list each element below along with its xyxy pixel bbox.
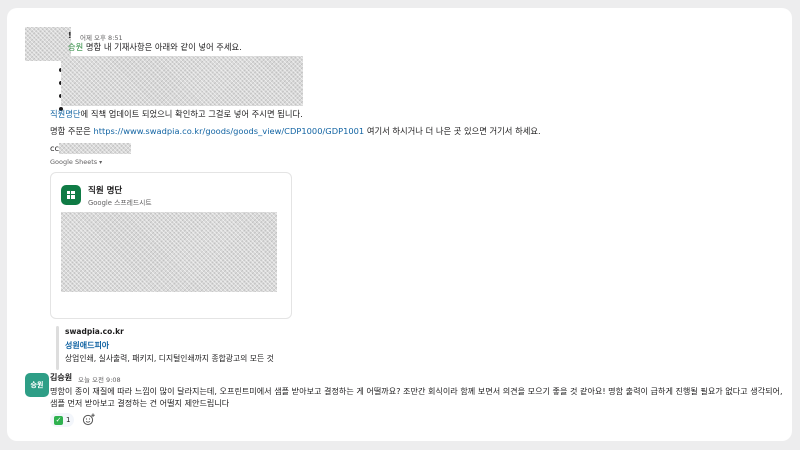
- unfurl-site-name: swadpia.co.kr: [65, 327, 124, 336]
- sheet-attachment-card[interactable]: 직원 명단 Google 스프레드시트: [50, 172, 292, 319]
- redacted-bullet-content: [61, 56, 303, 106]
- message-line: 명함 주문은 https://www.swadpia.co.kr/goods/g…: [50, 126, 541, 137]
- check-mark-icon: ✓: [54, 415, 63, 425]
- reaction-pill[interactable]: ✓ 1: [50, 413, 75, 427]
- message-line: 직원명단에 직책 업데이트 되었으니 확인하고 그걸로 넣어 주시면 됩니다.: [50, 109, 303, 120]
- message-timestamp[interactable]: 오늘 오전 9:08: [78, 374, 121, 384]
- attachment-caption[interactable]: Google Sheets ▾: [50, 158, 102, 166]
- order-url-link[interactable]: https://www.swadpia.co.kr/goods/goods_vi…: [93, 126, 364, 136]
- message-pane: ! 어제 오후 8:51 승원 명함 내 기재사항은 아래와 같이 넣어 주세요…: [7, 8, 792, 441]
- message-text: 에 직책 업데이트 되었으니 확인하고 그걸로 넣어 주시면 됩니다.: [80, 109, 303, 119]
- message-text: 여기서 하시거나 더 나은 곳 있으면 거기서 하세요.: [364, 126, 541, 136]
- redacted-sheet-preview[interactable]: [61, 212, 277, 292]
- attachment-title[interactable]: 직원 명단: [88, 184, 122, 196]
- unfurl-accent-bar: [56, 326, 59, 370]
- sheet-link[interactable]: 직원명단: [50, 109, 81, 119]
- sender-name-tail[interactable]: !: [68, 31, 72, 40]
- attachment-caption-text: Google Sheets: [50, 158, 98, 166]
- unfurl-title-link[interactable]: 성원애드피아: [65, 340, 109, 351]
- sender-name[interactable]: 김승원: [50, 372, 72, 383]
- message-line: 승원 명함 내 기재사항은 아래와 같이 넣어 주세요.: [68, 42, 242, 53]
- user-mention[interactable]: 승원: [68, 42, 83, 52]
- attachment-subtitle: Google 스프레드시트: [88, 199, 152, 207]
- chevron-down-icon[interactable]: ▾: [99, 159, 102, 166]
- message-text: 명함 내 기재사항은 아래와 같이 넣어 주세요.: [83, 42, 242, 52]
- avatar[interactable]: 승원: [25, 373, 49, 397]
- message-text: 명함 주문은: [50, 126, 94, 136]
- unfurl-description: 상업인쇄, 실사출력, 패키지, 디지털인쇄까지 종합광고의 모든 것: [65, 354, 274, 363]
- redacted-cc-mentions: [59, 143, 131, 154]
- message-timestamp[interactable]: 어제 오후 8:51: [80, 32, 123, 42]
- add-reaction-icon[interactable]: [81, 412, 97, 426]
- reaction-count: 1: [66, 416, 71, 424]
- google-sheets-icon: [61, 185, 81, 205]
- message-text: 명함이 종이 재질에 따라 느낌이 많이 달라지는데, 오프린트미에서 샘플 받…: [50, 386, 783, 408]
